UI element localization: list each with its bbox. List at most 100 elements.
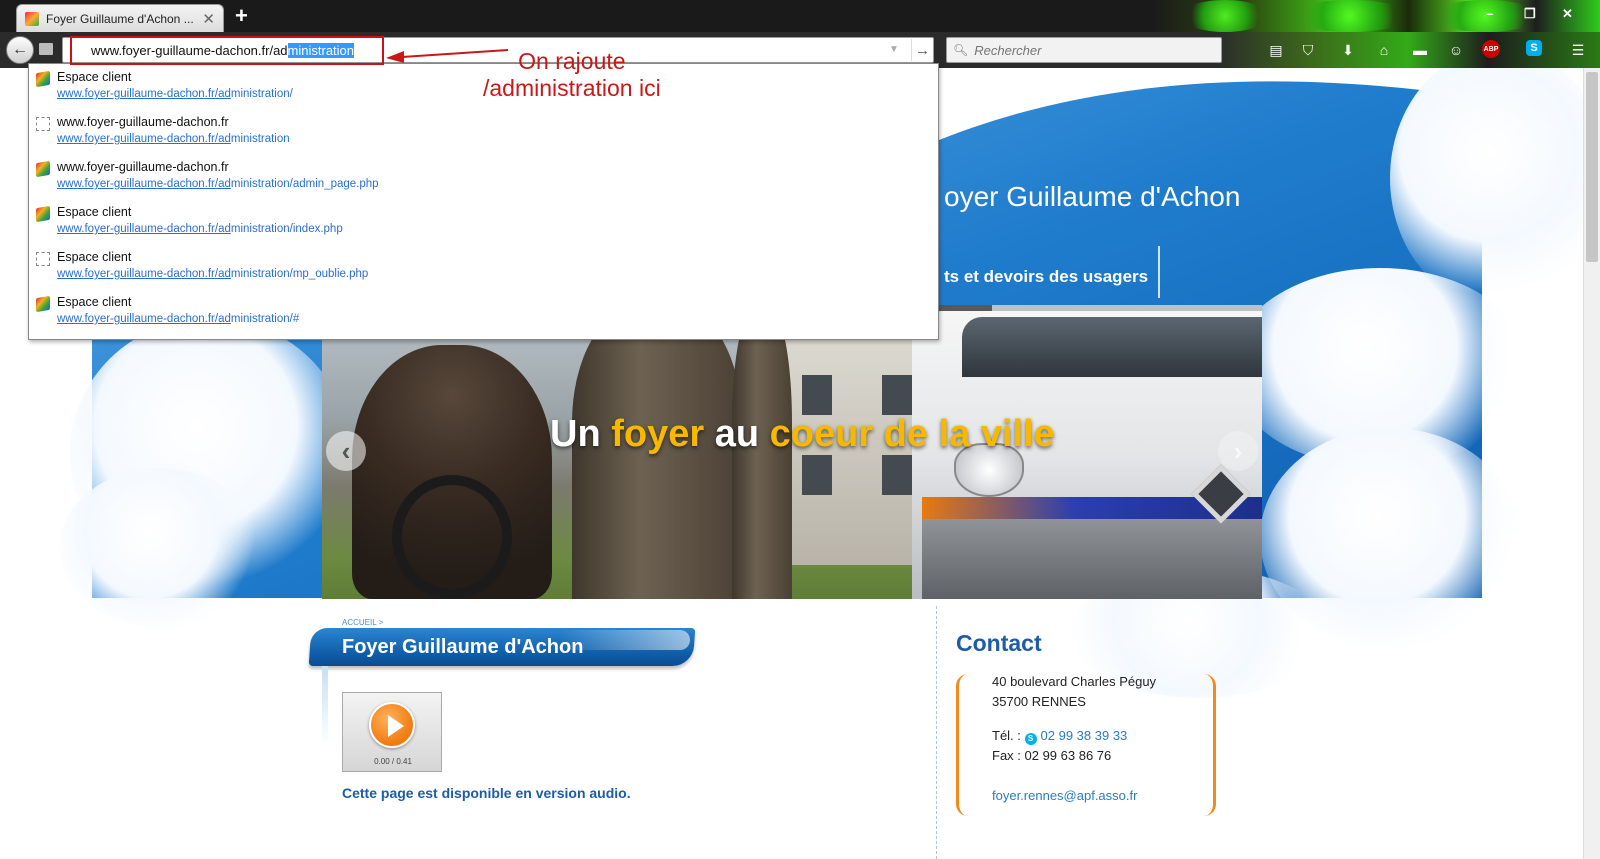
ribbon-shadow xyxy=(322,666,328,746)
slogan-word: de xyxy=(883,413,929,455)
hero-image-part xyxy=(882,455,912,495)
phone-label: Tél. : xyxy=(992,728,1021,743)
autocomplete-title: Espace client xyxy=(57,205,132,219)
page-scrollbar[interactable] xyxy=(1583,68,1600,859)
autocomplete-url-match: www.foyer-guillaume-dachon.fr/ad xyxy=(57,313,231,325)
theme-decoration xyxy=(1290,0,1410,32)
extension-icon[interactable]: ▬ xyxy=(1410,40,1430,60)
audio-player: 0.00 / 0.41 xyxy=(342,692,442,772)
autocomplete-title: Espace client xyxy=(57,295,132,309)
chevron-right-icon: › xyxy=(1233,435,1243,466)
autocomplete-url: www.foyer-guillaume-dachon.fr/administra… xyxy=(57,223,343,235)
contact-email-link[interactable]: foyer.rennes@apf.asso.fr xyxy=(992,788,1137,803)
autocomplete-item[interactable]: Espace client www.foyer-guillaume-dachon… xyxy=(29,244,938,289)
autocomplete-url-match: www.foyer-guillaume-dachon.fr/ad xyxy=(57,178,231,190)
contact-fax: Fax : 02 99 63 86 76 xyxy=(992,748,1112,763)
nav-separator xyxy=(1158,246,1160,298)
hero-image-part xyxy=(922,519,1262,599)
chevron-left-icon: ‹ xyxy=(341,435,351,466)
hero-slideshow: Un foyer au coeur de la ville ‹ › xyxy=(322,305,1262,599)
autocomplete-item[interactable]: Espace client www.foyer-guillaume-dachon… xyxy=(29,289,938,334)
autocomplete-url: www.foyer-guillaume-dachon.fr/administra… xyxy=(57,88,293,100)
history-dropdown-icon[interactable]: ▼ xyxy=(889,44,899,55)
go-arrow-button[interactable]: → xyxy=(911,39,933,61)
contact-phone: Tél. : S 02 99 38 39 33 xyxy=(992,728,1127,745)
reading-list-icon[interactable]: ▤ xyxy=(1266,40,1286,60)
adblock-plus-icon[interactable]: ABP xyxy=(1482,40,1500,58)
slide-next-button[interactable]: › xyxy=(1218,431,1258,471)
autocomplete-title: Espace client xyxy=(57,70,132,84)
hero-image-part xyxy=(882,375,912,415)
back-arrow-icon: ← xyxy=(12,41,28,58)
hero-image-part xyxy=(392,475,512,599)
autocomplete-item[interactable]: Espace client www.foyer-guillaume-dachon… xyxy=(29,199,938,244)
annotation-text: On rajoute /administration ici xyxy=(483,48,661,102)
cube-icon xyxy=(36,205,50,223)
search-input[interactable] xyxy=(974,42,1215,58)
downloads-icon[interactable]: ⬇ xyxy=(1338,40,1358,60)
play-icon xyxy=(388,715,404,737)
hero-image-part xyxy=(962,317,1262,377)
contact-address-line1: 40 boulevard Charles Péguy xyxy=(992,674,1157,689)
tab-title: Foyer Guillaume d'Achon ... xyxy=(46,11,194,26)
cube-icon xyxy=(36,160,50,178)
autocomplete-url-match: www.foyer-guillaume-dachon.fr/ad xyxy=(57,133,231,145)
back-button[interactable]: ← xyxy=(6,36,34,64)
autocomplete-item[interactable]: www.foyer-guillaume-dachon.fr www.foyer-… xyxy=(29,109,938,154)
slogan-word: coeur xyxy=(769,413,874,455)
smiley-extension-icon[interactable]: ☺ xyxy=(1446,40,1466,60)
phone-number-link[interactable]: 02 99 38 39 33 xyxy=(1041,728,1128,743)
autocomplete-url-rest: ministration/# xyxy=(230,313,300,325)
slogan-word: au xyxy=(714,413,760,455)
autocomplete-title: Espace client xyxy=(57,250,132,264)
hero-image-part xyxy=(802,375,832,415)
slogan-word: ville xyxy=(980,413,1055,455)
pocket-icon[interactable]: ⛉ xyxy=(1298,40,1318,60)
maximize-button[interactable]: ❐ xyxy=(1524,6,1536,22)
annotation-line-1: On rajoute xyxy=(518,48,626,74)
autocomplete-url: www.foyer-guillaume-dachon.fr/administra… xyxy=(57,268,368,280)
slogan-word: foyer xyxy=(611,413,705,455)
site-favicon-icon xyxy=(25,11,39,26)
nav-item-droits-devoirs[interactable]: ts et devoirs des usagers xyxy=(944,267,1148,287)
scrollbar-thumb[interactable] xyxy=(1586,72,1598,262)
audio-availability-note: Cette page est disponible en version aud… xyxy=(342,785,631,801)
tab-groups-icon[interactable] xyxy=(39,43,53,55)
home-icon[interactable]: ⌂ xyxy=(1374,40,1394,60)
cube-icon xyxy=(36,295,50,313)
cube-icon xyxy=(36,70,50,88)
column-divider xyxy=(936,606,937,859)
annotation-line-2: /administration ici xyxy=(483,75,661,101)
theme-decoration xyxy=(1180,0,1270,32)
close-tab-icon[interactable]: ✕ xyxy=(202,10,215,28)
browser-tab[interactable]: Foyer Guillaume d'Achon ... ✕ xyxy=(16,4,224,32)
blank-page-icon xyxy=(36,117,50,131)
new-tab-button[interactable]: + xyxy=(235,5,248,27)
slogan-word: Un xyxy=(550,413,601,455)
autocomplete-url-match: www.foyer-guillaume-dachon.fr/ad xyxy=(57,268,231,280)
close-window-button[interactable]: ✕ xyxy=(1562,6,1573,22)
menu-icon[interactable]: ☰ xyxy=(1568,40,1588,60)
autocomplete-url: www.foyer-guillaume-dachon.fr/administra… xyxy=(57,178,379,190)
slide-prev-button[interactable]: ‹ xyxy=(326,431,366,471)
blank-page-icon xyxy=(36,252,50,266)
breadcrumb[interactable]: ACCUEIL > xyxy=(342,618,383,627)
skype-icon[interactable]: S xyxy=(1526,40,1542,56)
skype-call-icon[interactable]: S xyxy=(1024,733,1037,745)
url-autocomplete-dropdown: Espace client www.foyer-guillaume-dachon… xyxy=(28,63,939,340)
page-title: Foyer Guillaume d'Achon xyxy=(342,636,584,658)
play-button[interactable] xyxy=(369,702,415,748)
autocomplete-url-match: www.foyer-guillaume-dachon.fr/ad xyxy=(57,88,231,100)
site-title: oyer Guillaume d'Achon xyxy=(944,181,1241,212)
search-bar[interactable]: 🔍︎ xyxy=(946,37,1222,63)
autocomplete-url-rest: ministration/admin_page.php xyxy=(230,178,379,190)
minimize-button[interactable]: – xyxy=(1486,6,1493,21)
audio-time: 0.00 / 0.41 xyxy=(374,757,412,766)
hero-slogan: Un foyer au coeur de la ville xyxy=(550,413,1055,456)
annotation-highlight-box xyxy=(70,36,384,65)
autocomplete-url-rest: ministration xyxy=(230,133,290,145)
contact-address-line2: 35700 RENNES xyxy=(992,694,1086,709)
autocomplete-item[interactable]: www.foyer-guillaume-dachon.fr www.foyer-… xyxy=(29,154,938,199)
autocomplete-url-rest: ministration/index.php xyxy=(230,223,343,235)
autocomplete-url-match: www.foyer-guillaume-dachon.fr/ad xyxy=(57,223,231,235)
